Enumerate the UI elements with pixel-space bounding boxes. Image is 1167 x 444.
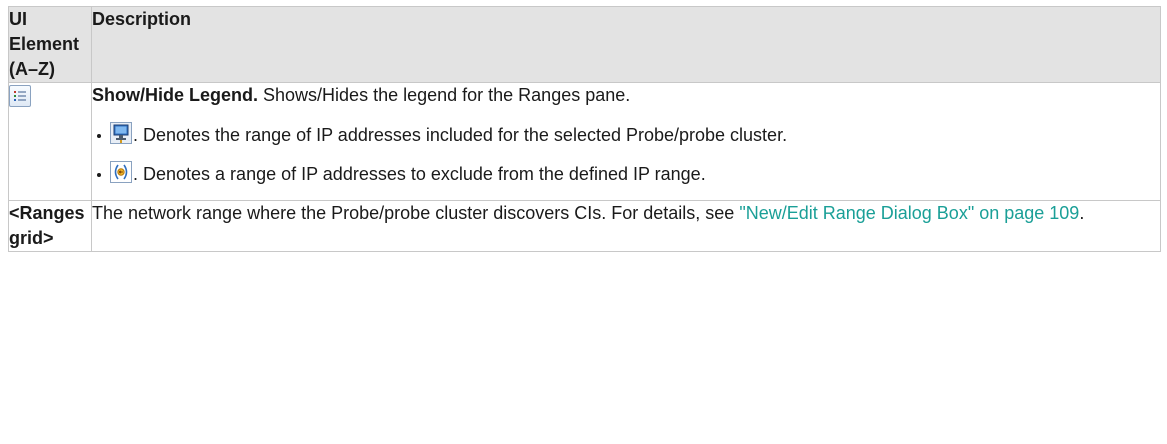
element-name-line: grid> <box>9 228 54 248</box>
element-cell <box>8 82 92 201</box>
list-item: . Denotes the range of IP addresses incl… <box>97 122 1160 148</box>
description-body: The network range where the Probe/probe … <box>92 203 740 223</box>
list-item: . Denotes a range of IP addresses to exc… <box>97 161 1160 187</box>
table-header-row: UI Element (A–Z) Description <box>8 6 1161 83</box>
element-name: <Ranges grid> <box>9 203 85 248</box>
description-text: Show/Hide Legend. Shows/Hides the legend… <box>92 83 1160 108</box>
description-cell: Show/Hide Legend. Shows/Hides the legend… <box>91 82 1161 201</box>
header-description: Description <box>91 6 1161 83</box>
header-line: UI <box>9 9 27 29</box>
element-name-line: <Ranges <box>9 203 85 223</box>
probe-computer-icon <box>110 122 132 144</box>
list-item-text: . Denotes the range of IP addresses incl… <box>133 125 788 145</box>
legend-list: . Denotes the range of IP addresses incl… <box>92 122 1160 187</box>
legend-list-icon[interactable] <box>9 85 31 107</box>
header-line: Element <box>9 34 80 54</box>
header-ui-element: UI Element (A–Z) <box>8 6 92 83</box>
table-row: <Ranges grid> The network range where the… <box>8 200 1161 252</box>
list-item-text: . Denotes a range of IP addresses to exc… <box>133 164 706 184</box>
element-cell: <Ranges grid> <box>8 200 92 252</box>
exclude-range-icon <box>110 161 132 183</box>
description-suffix: . <box>1079 203 1085 223</box>
description-body: Shows/Hides the legend for the Ranges pa… <box>258 85 631 105</box>
description-cell: The network range where the Probe/probe … <box>91 200 1161 252</box>
ui-elements-table: UI Element (A–Z) Description Show/Hide L… <box>8 6 1161 252</box>
header-line: (A–Z) <box>9 59 55 79</box>
table-row: Show/Hide Legend. Shows/Hides the legend… <box>8 82 1161 201</box>
description-title: Show/Hide Legend. <box>92 85 259 105</box>
cross-reference-link[interactable]: "New/Edit Range Dialog Box" on page 109 <box>739 203 1079 223</box>
